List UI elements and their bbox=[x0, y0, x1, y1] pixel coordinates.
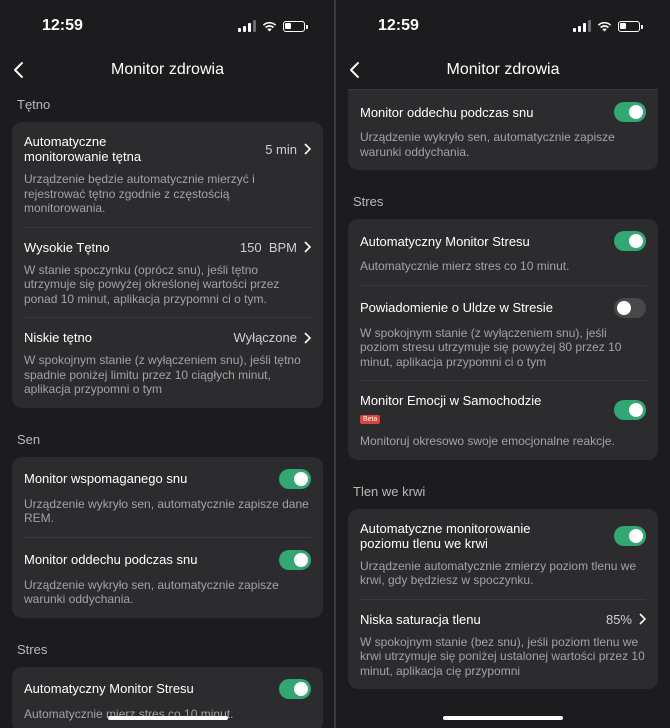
auto-heart-rate-value: 5 min bbox=[265, 141, 297, 157]
chevron-right-icon bbox=[304, 331, 311, 344]
wifi-icon bbox=[597, 21, 612, 31]
low-oxygen-title: Niska saturacja tlenu bbox=[360, 611, 481, 627]
cellular-signal-icon bbox=[573, 20, 591, 32]
chevron-right-icon bbox=[639, 613, 646, 625]
car-emotion-desc: Monitoruj okresowo swoje emocjonalne rea… bbox=[360, 434, 615, 448]
car-emotion-toggle[interactable] bbox=[614, 399, 646, 420]
left-screen: 12:59 Monitor zdrowia Tętno Automatyczne… bbox=[0, 0, 335, 728]
sleep-breath-item: Monitor oddechu podczas snu Urządzenie w… bbox=[360, 90, 646, 170]
page-title: Monitor zdrowia bbox=[111, 61, 224, 78]
page-title: Monitor zdrowia bbox=[446, 61, 560, 78]
battery-icon bbox=[283, 20, 308, 32]
stress-relief-notify-item: Powiadomienie o Uldze w Stresie W spokoj… bbox=[360, 286, 646, 381]
auto-oxygen-item: Automatyczne monitorowanie poziomu tlenu… bbox=[360, 509, 646, 600]
car-emotion-item: Monitor Emocji w Samochodzie Beta Monito… bbox=[360, 381, 646, 460]
sleep-card-tail: Monitor oddechu podczas snu Urządzenie w… bbox=[348, 89, 658, 170]
auto-stress-toggle[interactable] bbox=[279, 678, 311, 699]
stress-relief-notify-title: Powiadomienie o Uldze w Stresie bbox=[360, 300, 553, 315]
high-heart-rate-item[interactable]: Wysokie Tętno 150 BPM W stanie spoczynku… bbox=[24, 228, 311, 318]
assisted-sleep-title: Monitor wspomaganego snu bbox=[24, 471, 188, 486]
sleep-breath-title: Monitor oddechu podczas snu bbox=[24, 552, 198, 567]
car-emotion-title: Monitor Emocji w Samochodzie bbox=[360, 393, 542, 408]
high-heart-rate-desc: W stanie spoczynku (oprócz snu), jeśli t… bbox=[24, 262, 280, 306]
status-time: 12:59 bbox=[378, 17, 419, 34]
sleep-card: Monitor wspomaganego snu Urządzenie wykr… bbox=[12, 456, 323, 618]
assisted-sleep-item: Monitor wspomaganego snu Urządzenie wykr… bbox=[24, 457, 311, 538]
section-heart-rate-label: Tętno bbox=[17, 97, 51, 112]
assisted-sleep-toggle[interactable] bbox=[279, 468, 311, 489]
auto-stress-toggle[interactable] bbox=[614, 231, 646, 251]
section-stress-label: Stres bbox=[17, 641, 48, 657]
auto-oxygen-toggle[interactable] bbox=[614, 525, 646, 546]
auto-oxygen-desc: Urządzenie automatycznie zmierzy poziom … bbox=[360, 558, 637, 588]
section-sleep-label: Sen bbox=[17, 431, 41, 447]
auto-oxygen-title: Automatyczne monitorowanie poziomu tlenu… bbox=[360, 520, 531, 551]
section-stress-label: Stres bbox=[353, 194, 384, 209]
low-oxygen-value: 85% bbox=[605, 611, 632, 627]
low-heart-rate-title: Niskie tętno bbox=[24, 330, 92, 345]
auto-heart-rate-item[interactable]: Automatyczne monitorowanie tętna 5 min U… bbox=[24, 122, 311, 228]
chevron-right-icon bbox=[304, 143, 311, 155]
sleep-breath-item: Monitor oddechu podczas snu Urządzenie w… bbox=[24, 538, 311, 618]
sleep-breath-toggle[interactable] bbox=[279, 549, 311, 570]
wifi-icon bbox=[262, 21, 277, 31]
sleep-breath-title: Monitor oddechu podczas snu bbox=[360, 104, 534, 120]
low-heart-rate-desc: W spokojnym stanie (z wyłączeniem snu), … bbox=[24, 353, 301, 396]
battery-icon bbox=[618, 20, 643, 32]
settings-list: Tętno Automatyczne monitorowanie tętna 5… bbox=[12, 97, 323, 728]
auto-stress-title: Automatyczny Monitor Stresu bbox=[24, 681, 194, 696]
high-heart-rate-title: Wysokie Tętno bbox=[24, 239, 110, 255]
auto-heart-rate-desc: Urządzenie będzie automatycznie mierzyć … bbox=[24, 172, 255, 215]
sleep-breath-toggle[interactable] bbox=[614, 102, 646, 122]
auto-stress-item: Automatyczny Monitor Stresu Automatyczni… bbox=[360, 219, 646, 286]
settings-list: Monitor oddechu podczas snu Urządzenie w… bbox=[348, 89, 658, 689]
stress-card: Automatyczny Monitor Stresu Automatyczni… bbox=[348, 219, 658, 460]
stress-relief-notify-toggle[interactable] bbox=[614, 297, 646, 318]
chevron-right-icon bbox=[304, 241, 311, 253]
section-oxygen-label: Tlen we krwi bbox=[353, 483, 426, 499]
auto-stress-desc: Automatycznie mierz stres co 10 minut. bbox=[360, 259, 570, 273]
heart-rate-card: Automatyczne monitorowanie tętna 5 min U… bbox=[12, 122, 323, 408]
status-icons bbox=[573, 20, 643, 32]
sleep-breath-desc: Urządzenie wykryło sen, automatycznie za… bbox=[360, 130, 615, 159]
auto-stress-title: Automatyczny Monitor Stresu bbox=[360, 233, 530, 249]
cellular-signal-icon bbox=[238, 20, 256, 32]
low-oxygen-item[interactable]: Niska saturacja tlenu 85% W spokojnym st… bbox=[360, 600, 646, 690]
home-indicator bbox=[443, 716, 563, 720]
high-heart-rate-value: 150 BPM bbox=[239, 239, 297, 255]
beta-badge: Beta bbox=[360, 415, 381, 424]
oxygen-card: Automatyczne monitorowanie poziomu tlenu… bbox=[348, 508, 658, 690]
low-heart-rate-item[interactable]: Niskie tętno Wyłączone W spokojnym stani… bbox=[24, 318, 311, 408]
low-oxygen-desc: W spokojnym stanie (bez snu), jeśli pozi… bbox=[360, 634, 645, 678]
low-heart-rate-value: Wyłączone bbox=[233, 330, 297, 345]
stress-relief-notify-desc: W spokojnym stanie (z wyłączeniem snu), … bbox=[360, 325, 622, 369]
status-time: 12:59 bbox=[42, 17, 83, 34]
home-indicator bbox=[107, 716, 228, 720]
right-screen: 12:59 Monitor zdrowia Monitor oddechu po… bbox=[336, 0, 670, 728]
assisted-sleep-desc: Urządzenie wykryło sen, automatycznie za… bbox=[24, 496, 309, 526]
sleep-breath-desc: Urządzenie wykryło sen, automatycznie za… bbox=[24, 577, 279, 607]
auto-heart-rate-title: Automatyczne monitorowanie tętna bbox=[24, 134, 142, 164]
status-icons bbox=[238, 20, 308, 32]
